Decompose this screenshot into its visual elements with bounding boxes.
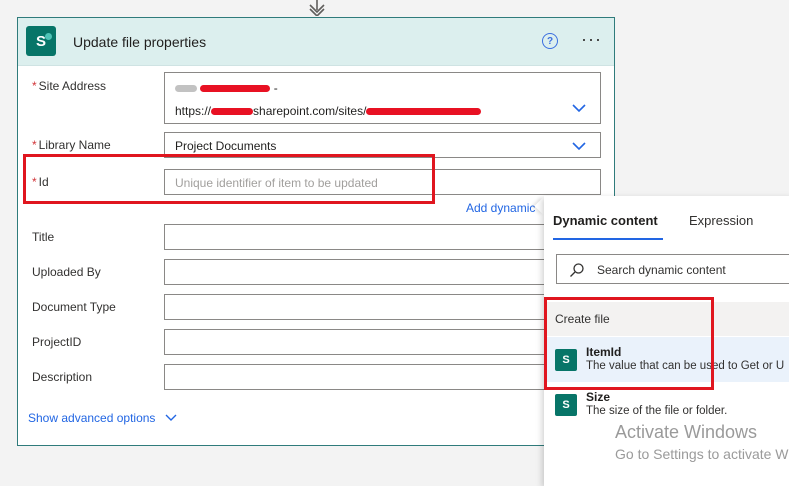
chevron-down-icon	[165, 414, 177, 421]
flow-connector-arrow-icon	[309, 0, 325, 16]
library-name-label: * Library Name	[32, 138, 111, 152]
activate-windows-watermark: Activate Windows	[615, 422, 758, 442]
card-title[interactable]: Update file properties	[73, 34, 206, 50]
update-file-properties-card: S Update file properties ? ··· * Site Add…	[17, 17, 615, 446]
sharepoint-logo-icon: S	[26, 26, 56, 56]
search-placeholder: Search dynamic content	[597, 263, 726, 277]
site-address-label: * Site Address	[32, 79, 107, 93]
uploaded-by-label: Uploaded By	[32, 265, 101, 279]
description-label: Description	[32, 370, 93, 384]
itemid-highlight-box	[544, 297, 714, 390]
card-header[interactable]: S Update file properties ? ···	[18, 18, 614, 66]
title-label: Title	[32, 230, 55, 244]
document-type-input[interactable]	[164, 294, 601, 320]
description-input[interactable]	[164, 364, 601, 390]
uploaded-by-input[interactable]	[164, 259, 601, 285]
add-dynamic-content-link[interactable]: Add dynamic	[466, 201, 535, 215]
show-advanced-options-link[interactable]: Show advanced options	[28, 411, 177, 425]
document-type-label: Document Type	[32, 300, 116, 314]
id-highlight-box	[23, 154, 435, 204]
project-id-input[interactable]	[164, 329, 601, 355]
project-id-label: ProjectID	[32, 335, 82, 349]
tab-expression[interactable]: Expression	[689, 213, 753, 228]
active-tab-indicator	[553, 238, 663, 240]
sharepoint-icon: S	[555, 394, 577, 416]
site-address-field[interactable]: - https://sharepoint.com/sites/	[164, 72, 601, 124]
title-input[interactable]	[164, 224, 601, 250]
chevron-down-icon[interactable]	[572, 103, 586, 113]
more-options-icon[interactable]: ···	[581, 29, 602, 50]
activate-windows-hint: Go to Settings to activate W	[615, 446, 789, 462]
search-dynamic-content-input[interactable]: Search dynamic content	[556, 254, 789, 284]
search-icon	[570, 263, 584, 277]
help-icon[interactable]: ?	[542, 33, 558, 49]
tab-dynamic-content[interactable]: Dynamic content	[553, 213, 658, 228]
chevron-down-icon[interactable]	[572, 141, 586, 151]
